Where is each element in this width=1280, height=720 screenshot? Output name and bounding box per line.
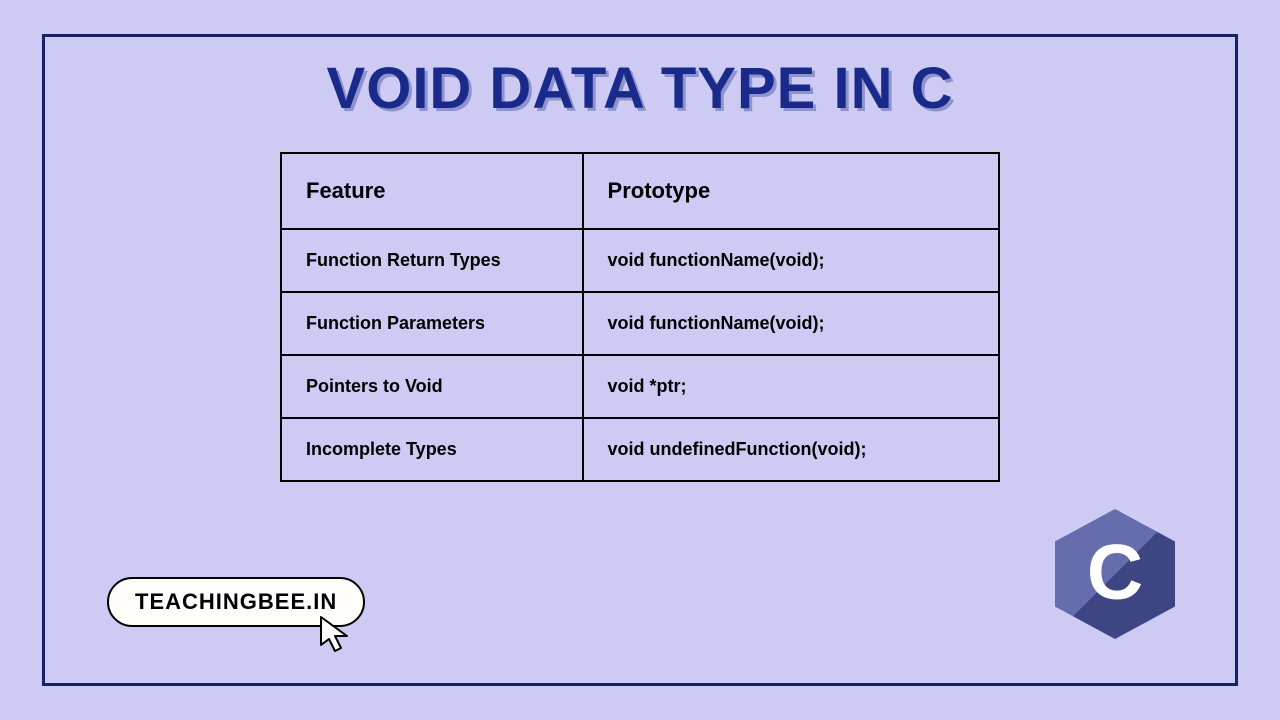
table-row: Pointers to Void void *ptr; — [281, 355, 999, 418]
cell-feature: Function Return Types — [281, 229, 583, 292]
table-row: Incomplete Types void undefinedFunction(… — [281, 418, 999, 481]
table-header-row: Feature Prototype — [281, 153, 999, 229]
page-title: VOID DATA TYPE IN C — [45, 55, 1235, 122]
cell-feature: Function Parameters — [281, 292, 583, 355]
table-row: Function Return Types void functionName(… — [281, 229, 999, 292]
cell-prototype: void functionName(void); — [583, 292, 999, 355]
cursor-icon — [319, 615, 353, 655]
site-badge-label: TEACHINGBEE.IN — [135, 589, 337, 614]
col-prototype: Prototype — [583, 153, 999, 229]
c-language-logo-icon: C — [1055, 509, 1175, 639]
cell-prototype: void *ptr; — [583, 355, 999, 418]
cell-feature: Incomplete Types — [281, 418, 583, 481]
cell-feature: Pointers to Void — [281, 355, 583, 418]
cell-prototype: void undefinedFunction(void); — [583, 418, 999, 481]
content-frame: VOID DATA TYPE IN C Feature Prototype Fu… — [42, 34, 1238, 686]
col-feature: Feature — [281, 153, 583, 229]
cell-prototype: void functionName(void); — [583, 229, 999, 292]
void-table: Feature Prototype Function Return Types … — [280, 152, 1000, 482]
table-row: Function Parameters void functionName(vo… — [281, 292, 999, 355]
c-logo-letter: C — [1087, 527, 1143, 618]
